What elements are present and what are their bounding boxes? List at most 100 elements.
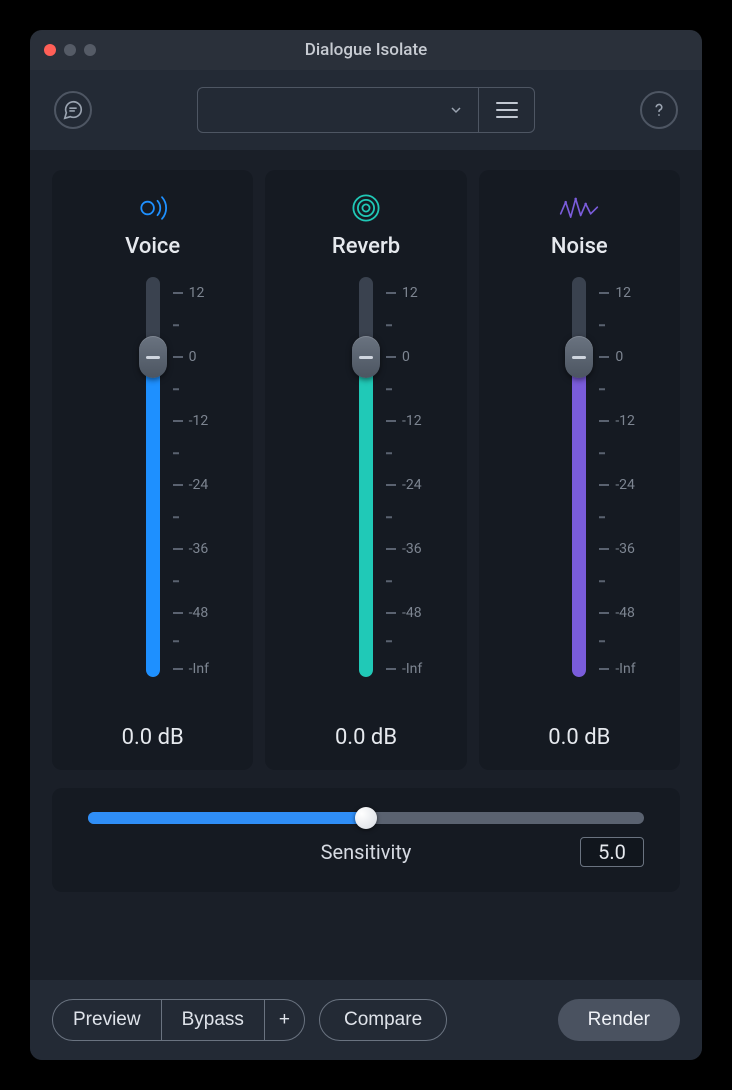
scale-tick xyxy=(173,388,179,390)
db-readout-noise[interactable]: 0.0 dB xyxy=(548,725,610,750)
scale-tick-label: -12 xyxy=(615,413,635,429)
scale-tick xyxy=(386,580,392,582)
footer: Preview Bypass + Compare Render xyxy=(30,980,702,1060)
window-title: Dialogue Isolate xyxy=(30,40,702,60)
channel-label-reverb: Reverb xyxy=(332,234,400,259)
scale-tick: 12 xyxy=(173,285,205,301)
scale-tick-label: -Inf xyxy=(402,661,422,677)
scale-tick-label: -36 xyxy=(615,541,635,557)
channel-card-voice: Voice 12 0 -12 -24 -36 -48 -Inf 0.0 dB xyxy=(52,170,253,770)
scale-tick: 0 xyxy=(173,349,197,365)
scale-tick xyxy=(599,452,605,454)
scale-tick-label: -48 xyxy=(615,605,635,621)
voice-icon xyxy=(135,188,171,228)
scale-tick-label: -Inf xyxy=(615,661,635,677)
scale-tick xyxy=(599,580,605,582)
slider-knob-voice[interactable] xyxy=(139,336,167,378)
scale-tick: -36 xyxy=(599,541,635,557)
bypass-button[interactable]: Bypass xyxy=(161,1000,264,1040)
scale-tick: -48 xyxy=(386,605,422,621)
window: Dialogue Isolate xyxy=(30,30,702,1060)
scale-tick: -48 xyxy=(173,605,209,621)
chevron-down-icon xyxy=(448,102,464,118)
slider-knob-noise[interactable] xyxy=(565,336,593,378)
scale-tick xyxy=(599,640,605,642)
scale-tick-label: 0 xyxy=(615,349,623,365)
noise-icon xyxy=(559,188,599,228)
compare-button[interactable]: Compare xyxy=(319,999,447,1041)
scale-tick: 0 xyxy=(599,349,623,365)
scale-tick: -12 xyxy=(386,413,422,429)
db-readout-reverb[interactable]: 0.0 dB xyxy=(335,725,397,750)
scale-tick: -24 xyxy=(173,477,209,493)
sensitivity-value[interactable]: 5.0 xyxy=(580,837,644,867)
channel-card-reverb: Reverb 12 0 -12 -24 -36 -48 -Inf 0.0 dB xyxy=(265,170,466,770)
help-icon xyxy=(648,99,670,121)
body: Voice 12 0 -12 -24 -36 -48 -Inf 0.0 dB Reverb 12 0… xyxy=(30,150,702,980)
scale-tick: -12 xyxy=(599,413,635,429)
scale-tick-label: 12 xyxy=(402,285,418,301)
scale-tick xyxy=(173,516,179,518)
scale-tick-label: -24 xyxy=(615,477,635,493)
scale-tick xyxy=(173,580,179,582)
scale-tick-label: -24 xyxy=(189,477,209,493)
channel-label-noise: Noise xyxy=(551,234,608,259)
channel-sliders: Voice 12 0 -12 -24 -36 -48 -Inf 0.0 dB Reverb 12 0… xyxy=(52,170,680,770)
scale-tick xyxy=(599,516,605,518)
slider-voice[interactable]: 12 0 -12 -24 -36 -48 -Inf xyxy=(60,277,245,677)
scale-tick xyxy=(173,640,179,642)
slider-scale: 12 0 -12 -24 -36 -48 -Inf xyxy=(386,277,446,677)
preset-select[interactable] xyxy=(198,88,478,132)
sensitivity-knob[interactable] xyxy=(355,807,377,829)
sensitivity-slider[interactable] xyxy=(88,812,644,824)
scale-tick: -48 xyxy=(599,605,635,621)
scale-tick xyxy=(599,324,605,326)
scale-tick: 12 xyxy=(599,285,631,301)
slider-reverb[interactable]: 12 0 -12 -24 -36 -48 -Inf xyxy=(273,277,458,677)
reverb-icon xyxy=(348,188,384,228)
preset-menu-button[interactable] xyxy=(478,88,534,132)
scale-tick-label: -Inf xyxy=(189,661,209,677)
scale-tick xyxy=(386,452,392,454)
scale-tick: -36 xyxy=(386,541,422,557)
slider-fill xyxy=(572,357,586,677)
slider-fill xyxy=(359,357,373,677)
slider-scale: 12 0 -12 -24 -36 -48 -Inf xyxy=(173,277,233,677)
sensitivity-label: Sensitivity xyxy=(321,840,412,864)
toolbar xyxy=(30,70,702,150)
sensitivity-fill xyxy=(88,812,366,824)
scale-tick xyxy=(386,388,392,390)
scale-tick: -Inf xyxy=(173,661,209,677)
slider-fill xyxy=(146,357,160,677)
scale-tick xyxy=(599,388,605,390)
help-button[interactable] xyxy=(640,91,678,129)
preview-bypass-group: Preview Bypass + xyxy=(52,999,305,1041)
scale-tick: -Inf xyxy=(599,661,635,677)
scale-tick-label: -48 xyxy=(189,605,209,621)
scale-tick xyxy=(173,452,179,454)
scale-tick: -24 xyxy=(386,477,422,493)
scale-tick-label: 12 xyxy=(615,285,631,301)
slider-noise[interactable]: 12 0 -12 -24 -36 -48 -Inf xyxy=(487,277,672,677)
scale-tick xyxy=(386,640,392,642)
slider-knob-reverb[interactable] xyxy=(352,336,380,378)
scale-tick: -24 xyxy=(599,477,635,493)
scale-tick-label: 0 xyxy=(402,349,410,365)
add-button[interactable]: + xyxy=(264,1000,304,1040)
scale-tick: 12 xyxy=(386,285,418,301)
scale-tick-label: 12 xyxy=(189,285,205,301)
channel-label-voice: Voice xyxy=(125,234,180,259)
module-icon-button[interactable] xyxy=(54,91,92,129)
scale-tick-label: -36 xyxy=(189,541,209,557)
scale-tick: -12 xyxy=(173,413,209,429)
scale-tick-label: -12 xyxy=(402,413,422,429)
hamburger-icon xyxy=(496,102,518,118)
scale-tick: -Inf xyxy=(386,661,422,677)
preset-group xyxy=(197,87,535,133)
render-button[interactable]: Render xyxy=(558,999,680,1041)
scale-tick: 0 xyxy=(386,349,410,365)
preview-button[interactable]: Preview xyxy=(53,1000,161,1040)
scale-tick-label: -12 xyxy=(189,413,209,429)
db-readout-voice[interactable]: 0.0 dB xyxy=(122,725,184,750)
titlebar: Dialogue Isolate xyxy=(30,30,702,70)
